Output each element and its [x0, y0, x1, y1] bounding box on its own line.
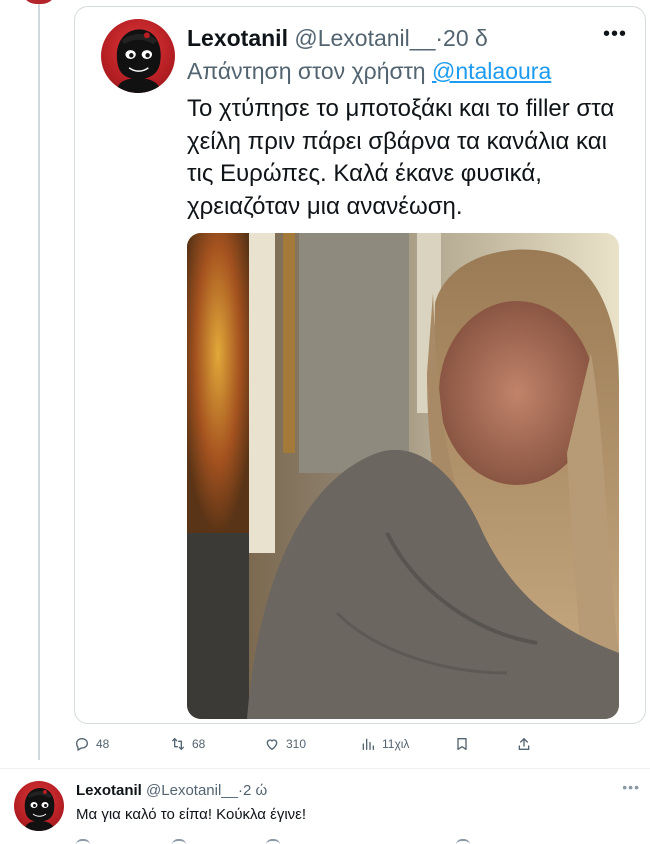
reply-icon	[76, 738, 88, 751]
reply-button[interactable]: 48	[74, 732, 109, 756]
like-button[interactable]: 310	[264, 732, 306, 756]
avatar[interactable]	[101, 19, 175, 93]
header-separator: ·	[435, 25, 444, 51]
reply-mention-link[interactable]: @ntalaoura	[432, 58, 551, 84]
retweet-icon	[172, 738, 184, 750]
reply-context: Απάντηση στον χρήστη @ntalaoura	[187, 55, 551, 87]
more-horizontal-icon[interactable]: •••	[622, 779, 640, 795]
tweet-text: Μα για καλό το είπα! Κούκλα έγινε!	[76, 806, 307, 823]
avatar-portrait-icon	[115, 29, 162, 93]
avatar[interactable]	[14, 781, 64, 831]
reply-tweet[interactable]: Lexotanil @Lexotanil__·2 ώ ••• Μα για κα…	[0, 768, 650, 844]
bookmark-icon	[457, 738, 467, 750]
photo-image	[187, 233, 619, 719]
like-icon	[266, 739, 278, 750]
thread-connector-line	[38, 4, 40, 760]
user-handle[interactable]: @Lexotanil__	[146, 782, 238, 799]
tweet-photo[interactable]	[187, 233, 619, 719]
tweet-time[interactable]: 20 δ	[443, 25, 488, 51]
quoted-tweet-header: Lexotanil @Lexotanil__·20 δ	[187, 23, 488, 53]
share-icon	[518, 738, 530, 750]
avatar-portrait-icon	[24, 788, 55, 831]
retweet-count: 68	[192, 737, 206, 751]
reply-tweet-header: Lexotanil @Lexotanil__·2 ώ	[76, 781, 267, 801]
display-name[interactable]: Lexotanil	[187, 25, 288, 51]
share-button[interactable]	[516, 732, 538, 756]
quoted-tweet-card[interactable]: Lexotanil @Lexotanil__·20 δ ••• Απάντηση…	[74, 6, 646, 724]
views-count: 11χιλ	[382, 737, 410, 751]
user-handle[interactable]: @Lexotanil__	[294, 25, 435, 51]
tweet-text: Το χτύπησε το μποτοξάκι και το filler στ…	[187, 95, 615, 220]
display-name[interactable]: Lexotanil	[76, 782, 142, 799]
more-horizontal-icon[interactable]: •••	[603, 23, 627, 46]
like-count: 310	[286, 737, 307, 751]
reply-actions-peek	[76, 839, 496, 844]
views-button[interactable]: 11χιλ	[360, 732, 409, 756]
tweet-time[interactable]: 2 ώ	[243, 782, 267, 799]
retweet-button[interactable]: 68	[170, 732, 205, 756]
reply-prefix: Απάντηση στον χρήστη	[187, 58, 426, 84]
views-icon	[362, 738, 374, 750]
bookmark-button[interactable]	[454, 732, 476, 756]
reply-count: 48	[96, 737, 110, 751]
tweet-actions-bar: 48 68 310 11χιλ	[74, 732, 574, 756]
